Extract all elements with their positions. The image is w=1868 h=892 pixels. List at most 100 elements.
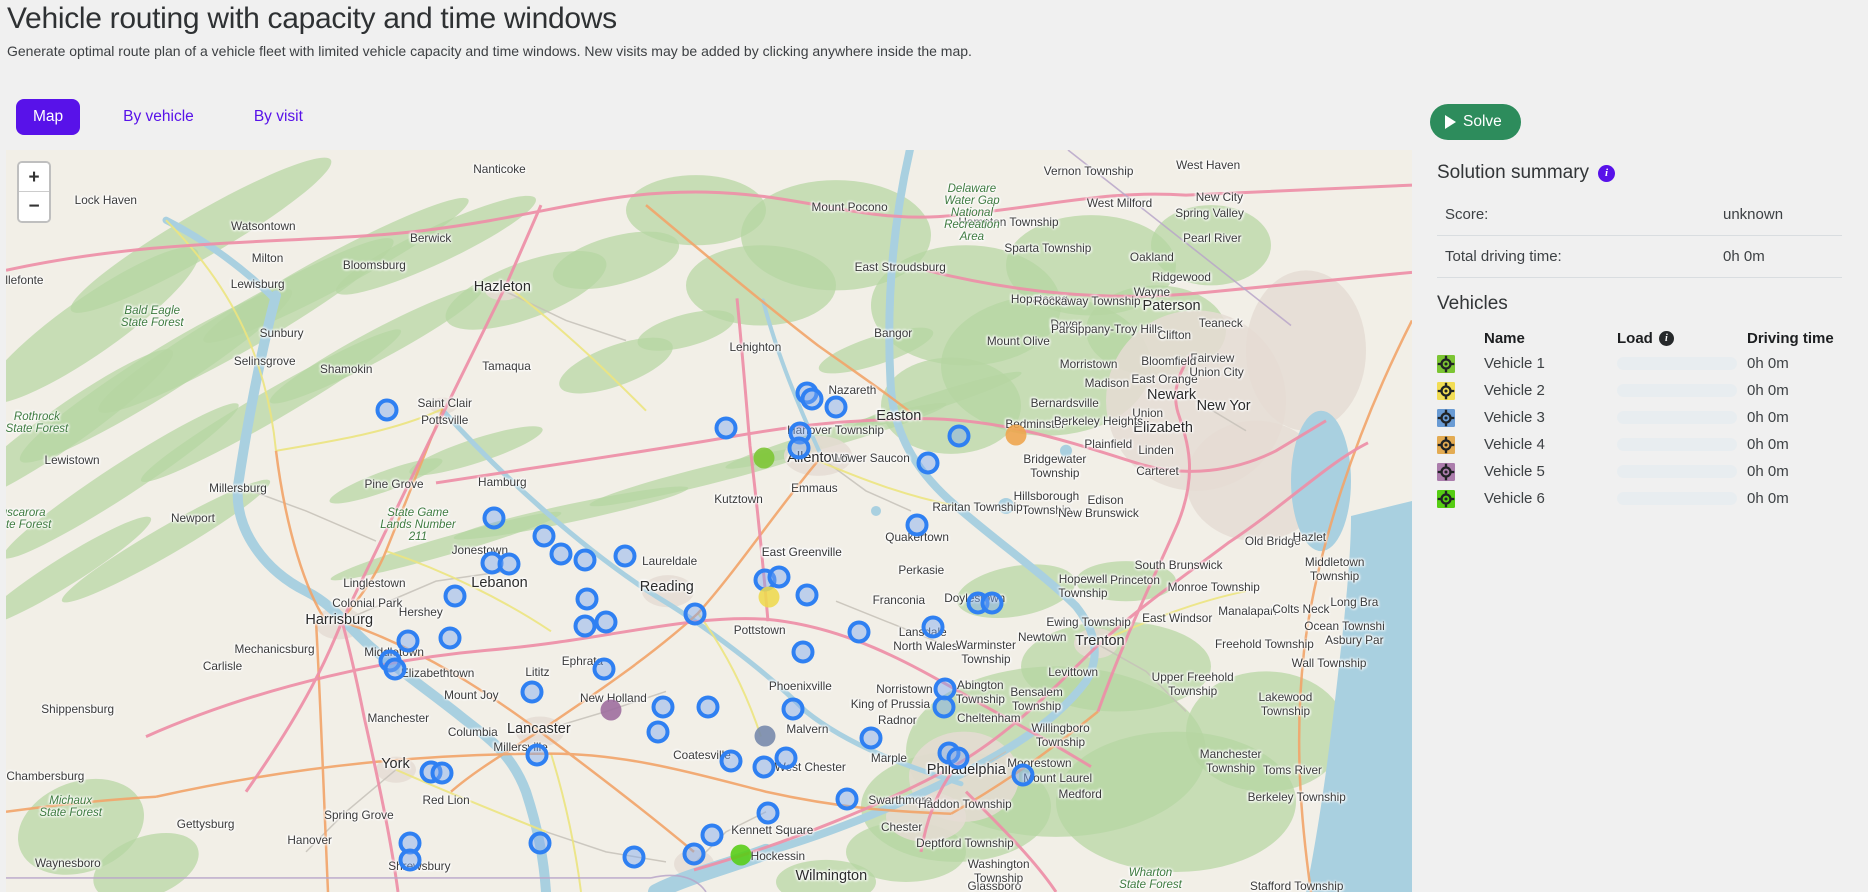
vehicle-row-vehicle-6: Vehicle 60h 0m (1437, 485, 1862, 512)
visit-marker[interactable] (714, 416, 737, 439)
visit-marker[interactable] (859, 726, 882, 749)
zoom-in-button[interactable]: + (19, 163, 49, 192)
vehicles-heading: Vehicles (1437, 293, 1508, 315)
visit-marker[interactable] (775, 746, 798, 769)
vehicle-load-bar (1617, 411, 1737, 424)
visit-marker[interactable] (575, 587, 598, 610)
visit-marker[interactable] (574, 549, 597, 572)
visit-marker[interactable] (651, 696, 674, 719)
map-decor (6, 150, 1412, 892)
column-driving-time: Driving time (1747, 330, 1862, 347)
vehicle-driving-time: 0h 0m (1747, 463, 1862, 480)
visit-marker[interactable] (835, 787, 858, 810)
zoom-out-button[interactable]: − (19, 192, 49, 221)
vehicle-name: Vehicle 6 (1484, 490, 1617, 507)
vehicle-row-vehicle-5: Vehicle 5 0h 0m (1437, 458, 1862, 485)
vehicle-name: Vehicle 2 (1484, 382, 1617, 399)
visit-marker[interactable] (782, 698, 805, 721)
vehicle-name: Vehicle 3 (1484, 409, 1617, 426)
summary-label: Score: (1445, 206, 1723, 223)
visit-marker[interactable] (700, 823, 723, 846)
visit-marker[interactable] (613, 544, 636, 567)
vehicles-title: Vehicles (1437, 293, 1508, 315)
visit-marker[interactable] (529, 832, 552, 855)
summary-label: Total driving time: (1445, 248, 1723, 265)
vehicle-load-bar (1617, 384, 1737, 397)
summary-value: 0h 0m (1723, 248, 1765, 265)
visit-marker[interactable] (946, 746, 969, 769)
visit-marker[interactable] (792, 641, 815, 664)
vehicle-driving-time: 0h 0m (1747, 382, 1862, 399)
visit-marker[interactable] (397, 630, 420, 653)
tab-map[interactable]: Map (16, 99, 80, 135)
visit-marker[interactable] (824, 396, 847, 419)
tab-by-vehicle[interactable]: By vehicle (106, 99, 211, 135)
visit-marker[interactable] (526, 743, 549, 766)
depot-marker[interactable] (1005, 424, 1026, 445)
solution-summary-title: Solution summary (1437, 162, 1589, 184)
visit-marker[interactable] (647, 721, 670, 744)
vehicle-row-vehicle-3: Vehicle 30h 0m (1437, 404, 1862, 431)
visit-marker[interactable] (848, 620, 871, 643)
visit-marker[interactable] (696, 695, 719, 718)
visit-marker[interactable] (683, 603, 706, 626)
visit-marker[interactable] (1011, 763, 1034, 786)
depot-marker[interactable] (731, 844, 752, 865)
visit-marker[interactable] (498, 553, 521, 576)
vehicle-load-bar (1617, 357, 1737, 370)
visit-marker[interactable] (800, 387, 823, 410)
visit-marker[interactable] (595, 610, 618, 633)
page-subtitle: Generate optimal route plan of a vehicle… (7, 43, 972, 59)
solve-button[interactable]: Solve (1430, 104, 1521, 140)
visit-marker[interactable] (980, 591, 1003, 614)
solve-button-label: Solve (1463, 113, 1502, 131)
visit-marker[interactable] (384, 657, 407, 680)
page-title: Vehicle routing with capacity and time w… (7, 2, 972, 36)
visit-marker[interactable] (430, 761, 453, 784)
column-load: Load i (1617, 330, 1747, 347)
visit-marker[interactable] (906, 514, 929, 537)
vehicle-crosshair-icon (1437, 409, 1455, 427)
visit-marker[interactable] (439, 627, 462, 650)
visit-marker[interactable] (757, 802, 780, 825)
visit-marker[interactable] (948, 424, 971, 447)
visit-marker[interactable] (752, 756, 775, 779)
visit-marker[interactable] (398, 849, 421, 872)
visit-marker[interactable] (932, 695, 955, 718)
depot-marker[interactable] (600, 700, 621, 721)
visit-marker[interactable] (550, 543, 573, 566)
visit-marker[interactable] (574, 615, 597, 638)
visit-marker[interactable] (520, 681, 543, 704)
info-icon[interactable]: i (1598, 165, 1615, 182)
vehicle-load-bar (1617, 438, 1737, 451)
page-header: Vehicle routing with capacity and time w… (7, 2, 972, 59)
vehicle-driving-time: 0h 0m (1747, 355, 1862, 372)
map[interactable]: HazletonHarrisburgReadingLancasterAllent… (6, 150, 1412, 892)
visit-marker[interactable] (921, 616, 944, 639)
vehicle-name: Vehicle 4 (1484, 436, 1617, 453)
visit-marker[interactable] (443, 584, 466, 607)
visit-marker[interactable] (592, 658, 615, 681)
vehicle-name: Vehicle 5 (1484, 463, 1617, 480)
visit-marker[interactable] (623, 846, 646, 869)
depot-marker[interactable] (755, 726, 776, 747)
summary-value: unknown (1723, 206, 1783, 223)
visit-marker[interactable] (376, 399, 399, 422)
tab-by-visit[interactable]: By visit (237, 99, 320, 135)
load-info-icon[interactable]: i (1659, 331, 1674, 346)
summary-row-total-driving-time: Total driving time:0h 0m (1437, 236, 1842, 278)
visit-marker[interactable] (533, 524, 556, 547)
depot-marker[interactable] (753, 447, 774, 468)
visit-marker[interactable] (787, 436, 810, 459)
visit-marker[interactable] (682, 843, 705, 866)
play-icon (1445, 115, 1456, 129)
visit-marker[interactable] (796, 584, 819, 607)
visit-marker[interactable] (720, 750, 743, 773)
vehicle-row-vehicle-4: Vehicle 40h 0m (1437, 431, 1862, 458)
visit-marker[interactable] (482, 507, 505, 530)
map-zoom-control: + − (17, 161, 51, 223)
depot-marker[interactable] (759, 586, 780, 607)
vehicle-crosshair-icon (1437, 355, 1455, 373)
vehicles-table: NameLoad iDriving timeVehicle 10h 0mVehi… (1437, 326, 1862, 512)
visit-marker[interactable] (917, 452, 940, 475)
